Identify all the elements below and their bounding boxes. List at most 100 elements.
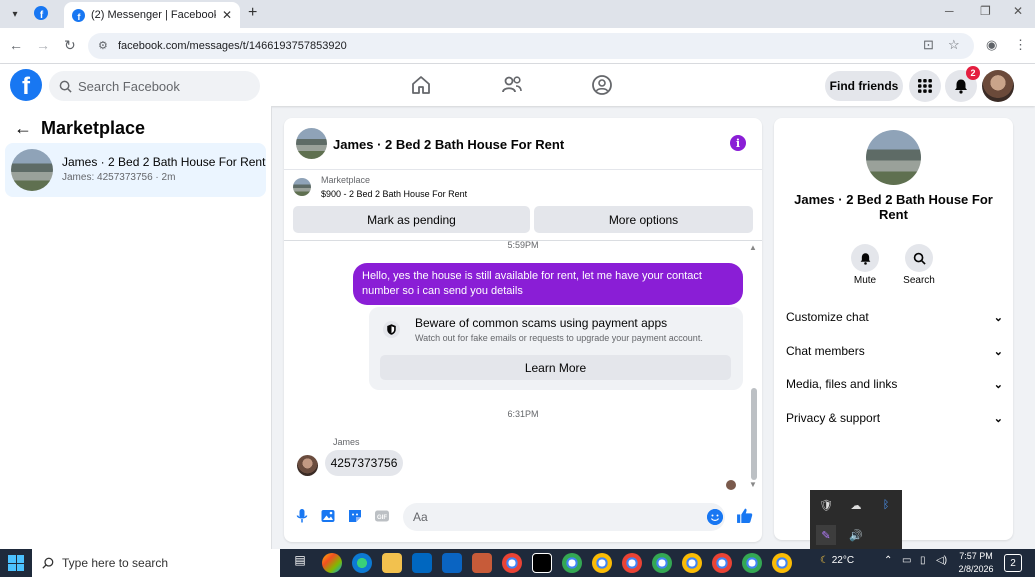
taskbar-search-box[interactable]: Type here to search: [32, 549, 280, 577]
media-files-links-row[interactable]: Media, files and links ⌄: [786, 374, 1003, 394]
bluetooth-icon[interactable]: ᛒ: [876, 495, 896, 515]
clock-time: 7:57 PM: [959, 551, 993, 561]
sticker-icon[interactable]: [347, 508, 363, 524]
menu-grid-icon[interactable]: [909, 70, 941, 102]
copilot-icon[interactable]: [322, 553, 342, 573]
customize-chat-row[interactable]: Customize chat ⌄: [786, 307, 1003, 327]
pen-icon[interactable]: ✎: [816, 525, 836, 545]
scam-warning-title: Beware of common scams using payment app…: [415, 316, 668, 330]
sender-avatar[interactable]: [297, 455, 318, 476]
chrome-profile-icon[interactable]: [562, 553, 582, 573]
profile-avatar[interactable]: [982, 70, 1014, 102]
read-receipt-avatar: [726, 480, 736, 490]
row-label: Customize chat: [786, 310, 869, 324]
tab-title: (2) Messenger | Facebook: [91, 9, 216, 21]
outgoing-message-bubble[interactable]: Hello, yes the house is still available …: [353, 263, 743, 305]
learn-more-button[interactable]: Learn More: [380, 355, 731, 380]
back-arrow-icon[interactable]: ←: [14, 118, 32, 139]
taskbar-clock[interactable]: 7:57 PM 2/8/2026: [956, 550, 996, 576]
chrome-profile-icon[interactable]: [652, 553, 672, 573]
site-settings-icon[interactable]: ⚙: [98, 39, 108, 52]
facebook-header: f Search Facebook Find friends 2: [0, 64, 1035, 106]
info-icon[interactable]: i: [730, 135, 746, 151]
message-input[interactable]: Aa: [403, 503, 725, 531]
onedrive-cloud-icon[interactable]: ☁: [846, 495, 866, 515]
install-app-icon[interactable]: ⊡: [923, 37, 934, 53]
chrome-profile-icon[interactable]: [712, 553, 732, 573]
chat-members-row[interactable]: Chat members ⌄: [786, 341, 1003, 361]
chrome-profile-icon[interactable]: [772, 553, 792, 573]
microphone-icon[interactable]: [294, 508, 310, 524]
chat-scrollbar[interactable]: [751, 388, 757, 480]
app-icon[interactable]: [472, 553, 492, 573]
timestamp: 5:59PM: [507, 240, 539, 250]
moon-icon: ☾: [820, 555, 829, 566]
security-shield-icon[interactable]: 🛡: [816, 495, 836, 515]
photo-icon[interactable]: [320, 508, 336, 524]
network-icon[interactable]: ▭: [902, 555, 911, 566]
audio-icon[interactable]: 🔊: [846, 525, 866, 545]
minimize-icon[interactable]: ─: [945, 4, 954, 18]
new-tab-icon[interactable]: +: [248, 4, 257, 22]
close-tab-icon[interactable]: ✕: [222, 8, 232, 22]
active-tab[interactable]: f (2) Messenger | Facebook ✕: [64, 2, 240, 28]
chrome-profile-icon[interactable]: [682, 553, 702, 573]
groups-icon[interactable]: [590, 73, 614, 97]
chrome-profile-icon[interactable]: [592, 553, 612, 573]
tab-search-dropdown-icon[interactable]: ▾: [6, 5, 24, 23]
timestamp: 6:31PM: [507, 409, 539, 419]
scroll-up-arrow-icon[interactable]: ▲: [749, 243, 757, 252]
chat-panel: James · 2 Bed 2 Bath House For Rent i Ma…: [284, 118, 762, 542]
search-label: Search: [903, 275, 935, 286]
thumbs-up-icon[interactable]: [736, 507, 753, 524]
edge-icon[interactable]: [352, 553, 372, 573]
volume-icon[interactable]: ◁): [936, 555, 947, 566]
battery-icon[interactable]: ▯: [920, 555, 926, 566]
capcut-icon[interactable]: [532, 553, 552, 573]
home-icon[interactable]: [409, 73, 433, 97]
chrome-profile-icon[interactable]: [622, 553, 642, 573]
facebook-search-input[interactable]: Search Facebook: [49, 71, 260, 101]
forward-icon[interactable]: →: [36, 37, 50, 53]
file-explorer-icon[interactable]: [382, 553, 402, 573]
browser-menu-icon[interactable]: ⋮: [1014, 37, 1027, 53]
task-view-icon[interactable]: ▤: [290, 553, 310, 573]
scroll-down-arrow-icon[interactable]: ▼: [749, 480, 757, 489]
bookmark-star-icon[interactable]: ☆: [948, 37, 960, 53]
chat-title[interactable]: James · 2 Bed 2 Bath House For Rent: [333, 137, 564, 152]
privacy-support-row[interactable]: Privacy & support ⌄: [786, 408, 1003, 428]
mark-as-pending-button[interactable]: Mark as pending: [293, 206, 530, 233]
search-icon: [42, 557, 54, 569]
search-conversation-button[interactable]: [905, 244, 933, 272]
tray-overflow-chevron-icon[interactable]: ⌃: [884, 555, 892, 566]
incoming-message-bubble[interactable]: 4257373756: [325, 450, 403, 476]
back-icon[interactable]: ←: [9, 37, 23, 53]
chrome-profile-icon[interactable]: [742, 553, 762, 573]
facebook-tab-icon[interactable]: f: [34, 6, 48, 23]
chat-listing-thumbnail[interactable]: [296, 128, 327, 159]
facebook-logo-icon[interactable]: f: [10, 69, 42, 101]
gif-icon[interactable]: GIF: [374, 508, 390, 524]
outlook-icon[interactable]: [442, 553, 462, 573]
chrome-icon[interactable]: [502, 553, 522, 573]
listing-thumbnail: [11, 149, 53, 191]
mute-button[interactable]: [851, 244, 879, 272]
close-window-icon[interactable]: ✕: [1013, 4, 1023, 18]
find-friends-button[interactable]: Find friends: [825, 71, 903, 101]
chevron-down-icon: ⌄: [993, 412, 1003, 425]
microsoft-store-icon[interactable]: [412, 553, 432, 573]
notification-center-icon[interactable]: 2: [1004, 554, 1022, 572]
mute-label: Mute: [853, 275, 877, 286]
conversation-item[interactable]: James · 2 Bed 2 Bath House For Rent Jame…: [5, 143, 266, 197]
windows-start-icon[interactable]: [8, 555, 24, 571]
more-options-button[interactable]: More options: [534, 206, 753, 233]
friends-icon[interactable]: [500, 73, 524, 97]
url-omnibox[interactable]: ⚙ facebook.com/messages/t/14661937578539…: [88, 33, 974, 59]
emoji-icon[interactable]: [707, 509, 723, 525]
listing-price-title[interactable]: $900 - 2 Bed 2 Bath House For Rent: [321, 189, 467, 199]
restore-icon[interactable]: ❐: [980, 4, 991, 18]
profile-icon[interactable]: ◉: [986, 37, 997, 53]
row-label: Chat members: [786, 344, 865, 358]
reload-icon[interactable]: ↻: [64, 37, 76, 54]
weather-widget[interactable]: ☾ 22°C: [820, 555, 854, 566]
